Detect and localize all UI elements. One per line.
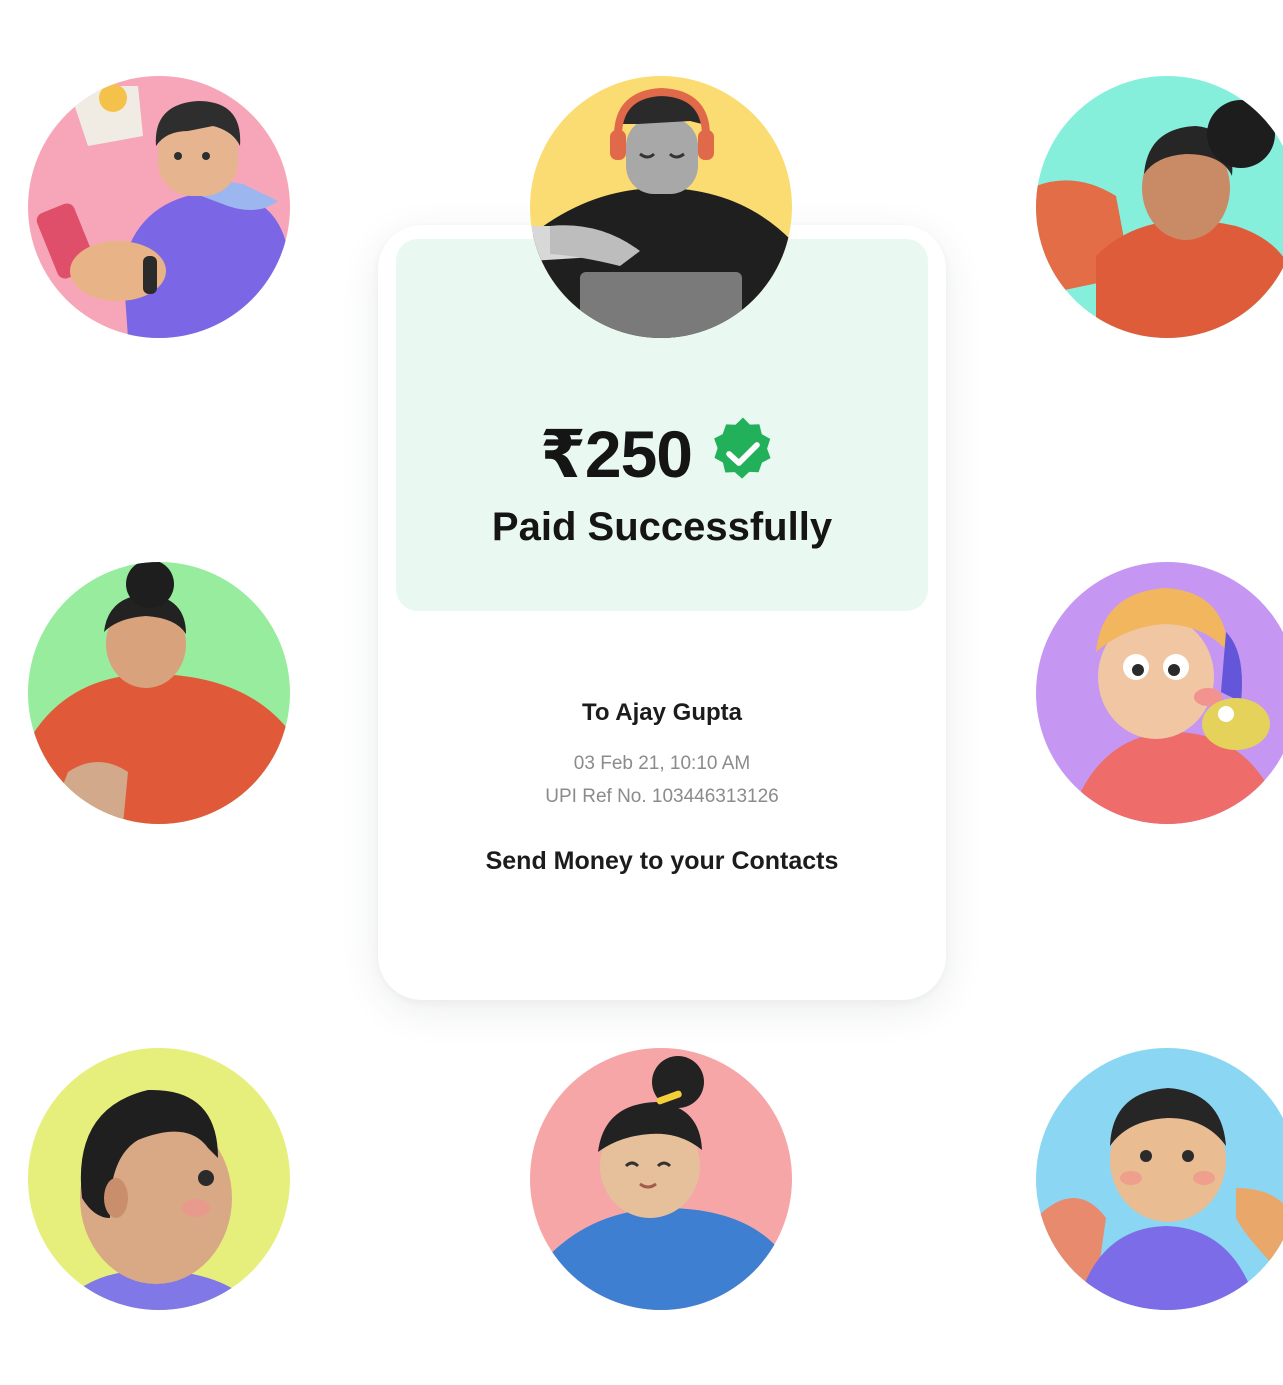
upi-reference: UPI Ref No. 103446313126 — [545, 786, 779, 807]
avatar-lime-profile — [28, 1048, 290, 1310]
payment-datetime: 03 Feb 21, 10:10 AM — [573, 753, 751, 774]
avatar-pink-topknot — [530, 1048, 792, 1310]
recipient-name: To Ajay Gupta — [581, 699, 742, 726]
avatar-yellow-headphones — [530, 76, 792, 338]
verified-check-icon — [714, 417, 771, 479]
payment-receipt-card: ₹250 Paid Successfully To Ajay Gupta 03 … — [378, 225, 946, 1000]
send-money-link[interactable]: Send Money to your Contacts — [378, 847, 946, 876]
amount-row: ₹250 — [396, 413, 928, 495]
payment-amount: ₹250 — [539, 417, 693, 491]
avatar-teal-bun — [1036, 76, 1283, 338]
avatar-blue-smile — [1036, 1048, 1283, 1310]
avatar-pink-phone — [28, 76, 290, 338]
avatar-purple-cap — [1036, 562, 1283, 824]
avatar-green-bun — [28, 562, 290, 824]
payment-status-text: Paid Successfully — [491, 505, 833, 549]
